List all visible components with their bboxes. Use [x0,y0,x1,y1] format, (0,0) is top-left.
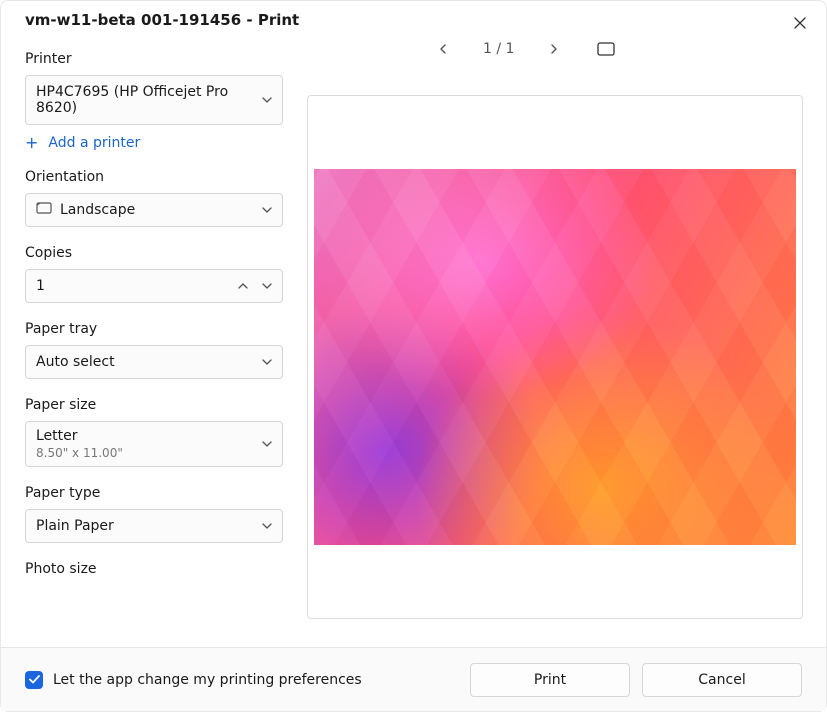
paper-type-value: Plain Paper [36,518,114,534]
chevron-down-icon [262,207,272,213]
prev-page-button[interactable] [431,37,455,61]
copies-spinner[interactable]: 1 [25,269,283,303]
window-title: vm-w11-beta 001-191456 - Print [25,11,299,29]
printer-label: Printer [25,51,283,67]
paper-type-select[interactable]: Plain Paper [25,509,283,543]
orientation-value: Landscape [60,202,135,218]
add-printer-link[interactable]: + Add a printer [25,135,283,151]
chevron-down-icon [262,97,272,103]
printer-value: HP4C7695 (HP Officejet Pro 8620) [36,84,262,116]
copies-increment-button[interactable] [238,283,248,289]
paper-size-dimensions: 8.50" x 11.00" [36,446,123,460]
paper-tray-select[interactable]: Auto select [25,345,283,379]
cancel-button[interactable]: Cancel [642,663,802,697]
paper-size-value: Letter [36,428,123,444]
preferences-checkbox-row[interactable]: Let the app change my printing preferenc… [25,671,362,689]
printer-select[interactable]: HP4C7695 (HP Officejet Pro 8620) [25,75,283,125]
orientation-label: Orientation [25,169,283,185]
plus-icon: + [25,135,38,151]
paper-type-label: Paper type [25,485,283,501]
chevron-down-icon [262,523,272,529]
paper-size-label: Paper size [25,397,283,413]
print-button[interactable]: Print [470,663,630,697]
checkbox-checked-icon [25,671,43,689]
copies-value: 1 [36,278,45,294]
paper-tray-value: Auto select [36,354,115,370]
landscape-icon [36,202,52,218]
orientation-select[interactable]: Landscape [25,193,283,227]
print-settings-panel: Printer HP4C7695 (HP Officejet Pro 8620)… [25,51,283,649]
page-navigator: 1 / 1 [431,37,618,61]
chevron-down-icon [262,441,272,447]
copies-label: Copies [25,245,283,261]
paper-tray-label: Paper tray [25,321,283,337]
paper-size-select[interactable]: Letter 8.50" x 11.00" [25,421,283,467]
close-button[interactable] [786,9,814,37]
chevron-down-icon [262,359,272,365]
page-indicator: 1 / 1 [483,41,514,57]
fit-to-page-button[interactable] [594,37,618,61]
photo-size-label: Photo size [25,561,283,577]
preferences-checkbox-label: Let the app change my printing preferenc… [53,672,362,688]
print-preview [307,95,803,619]
preview-image [314,169,796,545]
copies-decrement-button[interactable] [262,283,272,289]
next-page-button[interactable] [542,37,566,61]
add-printer-label: Add a printer [48,135,140,151]
